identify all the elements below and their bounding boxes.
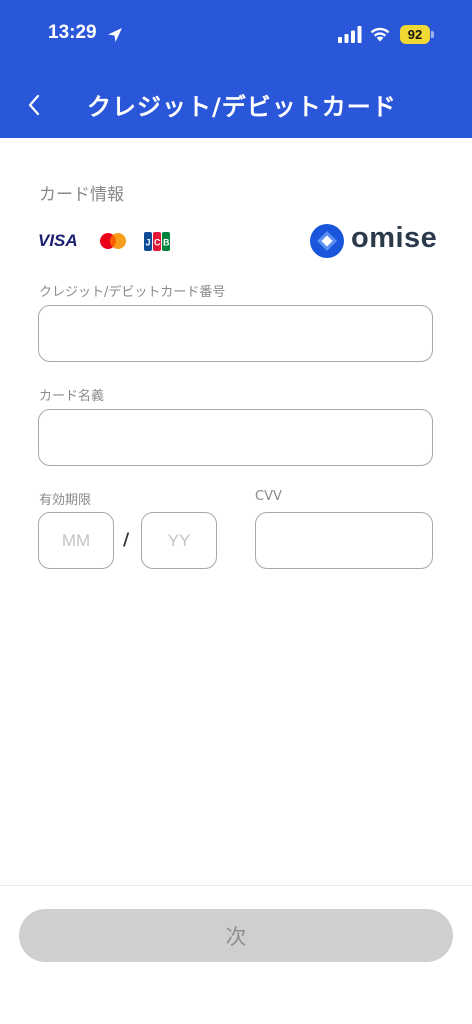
expiry-label: 有効期限 <box>39 493 92 508</box>
card-name-label: カード名義 <box>39 389 105 404</box>
next-button[interactable]: 次 <box>19 909 453 962</box>
cellular-signal-icon <box>338 26 362 43</box>
jcb-logo: J C B <box>144 232 170 251</box>
cvv-label: CVV <box>255 489 282 504</box>
back-button[interactable] <box>20 88 50 122</box>
expiry-month-input[interactable] <box>38 512 114 569</box>
page-title: クレジット/デビットカード <box>87 93 397 121</box>
battery-icon: 92 <box>400 25 430 44</box>
svg-text:C: C <box>154 238 161 248</box>
omise-mark-icon <box>310 224 344 258</box>
location-arrow-icon <box>108 28 122 42</box>
status-bar: 13:29 92 <box>0 0 472 70</box>
footer-divider <box>0 885 472 886</box>
status-time: 13:29 <box>48 22 97 43</box>
card-number-label: クレジット/デビットカード番号 <box>39 285 226 300</box>
cvv-input[interactable] <box>255 512 433 569</box>
chevron-left-icon <box>28 94 40 116</box>
section-title-card-info: カード情報 <box>39 185 124 205</box>
wifi-icon <box>370 27 390 42</box>
app-header: 13:29 92 クレジット/デビットカード <box>0 0 472 138</box>
expiry-separator: / <box>123 530 130 550</box>
svg-text:B: B <box>163 238 170 248</box>
omise-wordmark: omise <box>351 222 438 254</box>
battery-tip <box>431 31 434 38</box>
card-name-input[interactable] <box>38 409 433 466</box>
card-number-input[interactable] <box>38 305 433 362</box>
mastercard-logo <box>100 233 126 249</box>
expiry-year-input[interactable] <box>141 512 217 569</box>
visa-logo: VISA <box>38 231 78 250</box>
omise-logo: omise <box>310 222 438 260</box>
svg-text:J: J <box>146 238 151 248</box>
